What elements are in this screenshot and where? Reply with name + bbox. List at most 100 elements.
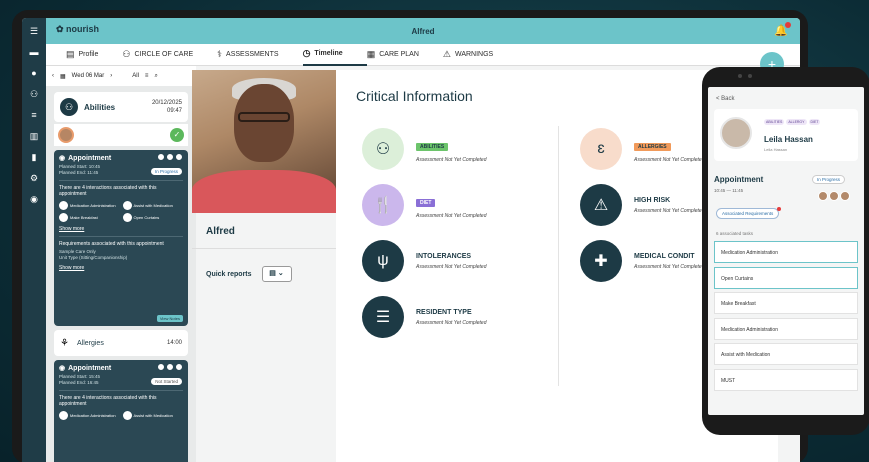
list-item[interactable]: Medication Administration (714, 241, 858, 263)
filter-select[interactable]: All (132, 73, 139, 79)
divider (192, 248, 336, 249)
allergies-card[interactable]: ⚘ Allergies 14:00 (54, 330, 188, 356)
tab-profile[interactable]: ▤ Profile (66, 44, 122, 66)
date-bar: ‹ ▦ Wed 06 Mar › All ≡ ⌕ (46, 66, 196, 86)
task-item[interactable]: Open Curtains (122, 213, 184, 222)
task-list: Medication Administration Open Curtains … (714, 241, 858, 394)
search-icon[interactable]: ⌕ (154, 73, 157, 80)
tab-assessments[interactable]: ⚕ ASSESSMENTS (217, 44, 302, 66)
status-badge: In Progress (812, 175, 846, 184)
camera-dot (748, 74, 752, 78)
carer-avatar (58, 127, 74, 143)
tag-abilities: ABILITIES (764, 119, 785, 125)
list-item[interactable]: Make Breakfast (714, 292, 858, 314)
task-item[interactable]: Make Breakfast (59, 213, 120, 222)
info-high-risk[interactable]: ⚠ HIGH RISK Assessment Not Yet Completed (580, 184, 705, 226)
task-label: Open Curtains (133, 215, 160, 220)
appointment-icon: ◉ (59, 155, 66, 162)
chat-icon[interactable]: ▬ (30, 47, 39, 57)
allergies-time: 14:00 (166, 340, 182, 346)
list-item[interactable]: MUST (714, 368, 858, 391)
group-icon[interactable]: ⚇ (30, 89, 38, 99)
settings-icon[interactable]: ⚙ (30, 173, 38, 183)
tab-circle-of-care[interactable]: ⚇ CIRCLE OF CARE (122, 44, 217, 66)
tag-diet: DIET (808, 119, 821, 125)
prev-arrow-icon[interactable]: ‹ (52, 73, 54, 79)
allergies-title: Allergies (76, 339, 104, 347)
tab-warnings[interactable]: ⚠ WARNINGS (443, 44, 517, 66)
tab-label: CIRCLE OF CARE (134, 51, 194, 58)
task-item[interactable]: Medication Administration (59, 201, 120, 210)
info-abilities[interactable]: ⚇ ABILITIES Assessment Not Yet Completed (362, 128, 487, 170)
info-allergies[interactable]: ɛ ALLERGIES Assessment Not Yet Completed (580, 128, 705, 170)
allergy-icon: ɛ (580, 128, 622, 170)
requirement-line: Unit Type (Sitting/Companionship) (59, 255, 128, 260)
list-item[interactable]: Open Curtains (714, 266, 858, 289)
info-diet[interactable]: 🍴 DIET Assessment Not Yet Completed (362, 184, 487, 226)
back-button[interactable]: < Back (716, 96, 735, 102)
task-label: Assist with Medication (133, 203, 173, 208)
status-text: Assessment Not Yet Completed (634, 207, 705, 214)
chart-icon[interactable]: ▥ (30, 131, 39, 141)
divider (59, 180, 183, 181)
info-medical-conditions[interactable]: ✚ MEDICAL CONDIT Assessment Not Yet Compl… (580, 240, 705, 282)
warning-icon: ⚠ (580, 184, 622, 226)
item-title: MEDICAL CONDIT (634, 252, 695, 260)
header-resident-name: Alfred (411, 27, 435, 36)
resident-name: Alfred (206, 226, 235, 237)
task-item[interactable]: Assist with Medication (122, 411, 184, 420)
status-text: Assessment Not Yet Completed (416, 157, 487, 163)
book-icon[interactable]: ▮ (32, 152, 37, 162)
appointment-title: Appointment (714, 175, 764, 184)
profile-icon[interactable]: ◉ (30, 194, 38, 204)
list-item[interactable]: Assist with Medication (714, 343, 858, 365)
divider (59, 390, 183, 391)
info-intolerances[interactable]: ψ INTOLERANCES Assessment Not Yet Complet… (362, 240, 487, 282)
photo-shirt (192, 170, 336, 213)
task-item[interactable]: Medication Administration (59, 411, 120, 420)
requirements-lines: Sample Care Only Unit Type (Sitting/Compa… (59, 249, 183, 261)
clock-icon: ◷ (302, 48, 311, 58)
tab-label: Timeline (314, 50, 343, 57)
status-text: Assessment Not Yet Completed (416, 319, 487, 326)
appointment-card[interactable]: ◉ Appointment Planned Start: 15:45 Planned… (54, 360, 188, 462)
filter-icon[interactable]: ≡ (145, 73, 149, 79)
abilities-card[interactable]: ⚇ Abilities 20/12/2025 09:47 (54, 92, 188, 122)
calendar-icon[interactable]: ▦ (60, 73, 66, 80)
check-icon: ✓ (170, 128, 184, 142)
carer-avatars (157, 363, 183, 371)
notification-bell-icon[interactable]: 🔔 (774, 22, 791, 37)
tab-care-plan[interactable]: ▦ CARE PLAN (367, 44, 443, 66)
task-icon (122, 411, 132, 420)
task-item[interactable]: Assist with Medication (122, 201, 184, 210)
abilities-icon: ⚇ (60, 98, 78, 116)
show-more-link[interactable]: Show more (59, 226, 183, 232)
associated-requirements-button[interactable]: Associated Requirements (716, 207, 782, 219)
photo-head (234, 84, 294, 162)
tab-timeline[interactable]: ◷ Timeline (302, 44, 367, 66)
column-divider (558, 126, 559, 386)
resident-tags: ABILITIES ALLERGY DIET (764, 119, 821, 125)
abilities-date: 20/12/2025 (151, 100, 182, 106)
abilities-title: Abilities (84, 102, 116, 112)
menu-icon[interactable]: ☰ (30, 26, 38, 36)
appointment-description: There are 4 interactions associated with… (59, 185, 157, 197)
phone-screen: < Back ABILITIES ALLERGY DIET Leila Hass… (708, 87, 864, 415)
task-label: Make Breakfast (70, 215, 98, 220)
item-title: HIGH RISK (634, 196, 671, 204)
resident-avatar (720, 117, 752, 149)
photo-glasses (238, 112, 290, 122)
view-notes-button[interactable]: View Notes (156, 315, 183, 322)
status-text: Assessment Not Yet Completed (416, 213, 487, 219)
tag-badge: DIET (416, 199, 436, 207)
quick-reports-dropdown[interactable]: ▤ ⌄ (261, 266, 292, 282)
next-arrow-icon[interactable]: › (110, 73, 112, 79)
info-resident-type[interactable]: ☰ RESIDENT TYPE Assessment Not Yet Comple… (362, 296, 487, 338)
appointment-card[interactable]: ◉ Appointment Planned Start: 10:45 Planned… (54, 150, 188, 326)
cutlery-icon: 🍴 (362, 184, 404, 226)
list-item[interactable]: Medication Administration (714, 317, 858, 340)
show-more-link[interactable]: Show more (59, 265, 183, 271)
list-icon[interactable]: ≡ (31, 110, 36, 120)
abilities-icon: ⚇ (362, 128, 404, 170)
user-icon[interactable]: ● (31, 68, 36, 78)
